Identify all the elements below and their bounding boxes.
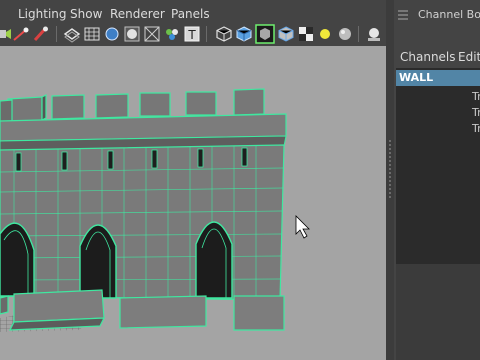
attribute-translate[interactable]: Tr — [472, 106, 480, 119]
channel-list: WALL Tr Tr Tr — [396, 68, 480, 264]
3d-viewport[interactable] — [0, 46, 386, 360]
attribute-translate[interactable]: Tr — [472, 90, 480, 103]
render-view-icon[interactable] — [365, 25, 383, 43]
splitter-grip[interactable] — [389, 140, 391, 200]
viewport-toolbar: T — [0, 22, 390, 47]
textured-icon[interactable] — [123, 25, 141, 43]
isolate-icon[interactable] — [215, 25, 233, 43]
checker-icon[interactable] — [235, 25, 253, 43]
shaded-cube-icon[interactable] — [163, 25, 181, 43]
menu-lighting[interactable]: Lighting — [18, 7, 67, 21]
light-toggle-icon[interactable] — [316, 25, 334, 43]
render-sphere-icon[interactable] — [297, 25, 315, 43]
channel-box-header: Channel Box / — [394, 0, 480, 30]
attribute-translate[interactable]: Tr — [472, 122, 480, 135]
grid-icon[interactable] — [12, 25, 30, 43]
lights-icon[interactable] — [143, 25, 161, 43]
menu-edit[interactable]: Edit — [458, 50, 480, 64]
svg-text:T: T — [187, 28, 196, 42]
channel-box-menus: Channels Edit — [394, 46, 480, 66]
menu-show[interactable]: Show — [70, 7, 102, 21]
light-bulb-icon[interactable] — [255, 24, 275, 44]
wall-model[interactable] — [0, 46, 386, 360]
film-gate-icon[interactable] — [32, 25, 50, 43]
channel-box: Channel Box / Channels Edit WALL Tr Tr T… — [394, 0, 480, 360]
wireframe-on-shaded-icon[interactable]: T — [183, 25, 201, 43]
menu-panels[interactable]: Panels — [171, 7, 210, 21]
panel-splitter[interactable] — [386, 0, 394, 360]
layer-editor-area — [396, 264, 480, 360]
menu-channels[interactable]: Channels — [400, 50, 456, 64]
material-sphere-icon[interactable] — [336, 25, 354, 43]
xray-icon[interactable] — [103, 25, 121, 43]
menu-renderer[interactable]: Renderer — [110, 7, 165, 21]
drag-handle-icon[interactable] — [398, 10, 408, 20]
selected-object-name[interactable]: WALL — [396, 70, 480, 86]
channel-box-title: Channel Box / — [418, 8, 480, 21]
smooth-shade-icon[interactable] — [83, 25, 101, 43]
sphere-icon[interactable] — [277, 25, 295, 43]
select-camera-icon[interactable] — [0, 25, 12, 43]
mouse-cursor — [295, 215, 310, 239]
wireframe-icon[interactable] — [63, 25, 81, 43]
